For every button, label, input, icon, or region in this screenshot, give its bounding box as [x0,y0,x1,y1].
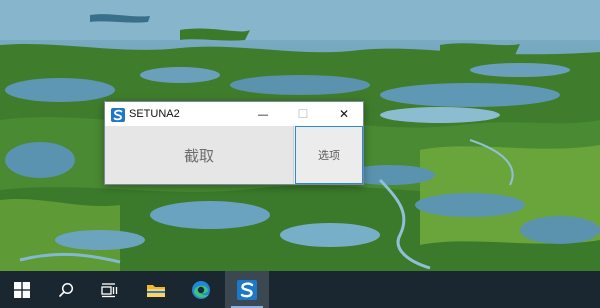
edge-browser-button[interactable] [179,271,223,308]
window-title: SETUNA2 [129,108,180,120]
setuna-icon [237,279,257,300]
maximize-icon: ☐ [297,107,309,121]
search-button[interactable] [44,271,88,308]
edge-icon [192,280,210,299]
taskbar [0,271,600,308]
windows-logo-icon [14,281,30,298]
capture-button[interactable]: 截取 [105,126,294,184]
setuna-app-icon [111,107,125,122]
options-button-label: 选项 [318,149,340,162]
folder-icon [147,284,165,297]
task-view-button[interactable] [88,271,132,308]
setuna2-window: SETUNA2 — ☐ ✕ 截取 选项 [104,101,364,185]
options-button[interactable]: 选项 [295,126,363,184]
task-view-icon [101,282,118,297]
minimize-button[interactable]: — [245,102,281,126]
window-titlebar[interactable]: SETUNA2 — ☐ ✕ [105,102,363,126]
minimize-icon: — [257,107,269,121]
maximize-button[interactable]: ☐ [285,102,321,126]
start-button[interactable] [0,271,44,308]
close-button[interactable]: ✕ [326,102,362,126]
file-explorer-button[interactable] [134,271,178,308]
close-icon: ✕ [338,107,350,121]
capture-button-label: 截取 [183,146,214,165]
search-icon [58,282,74,297]
setuna2-taskbar-button[interactable] [225,271,269,308]
